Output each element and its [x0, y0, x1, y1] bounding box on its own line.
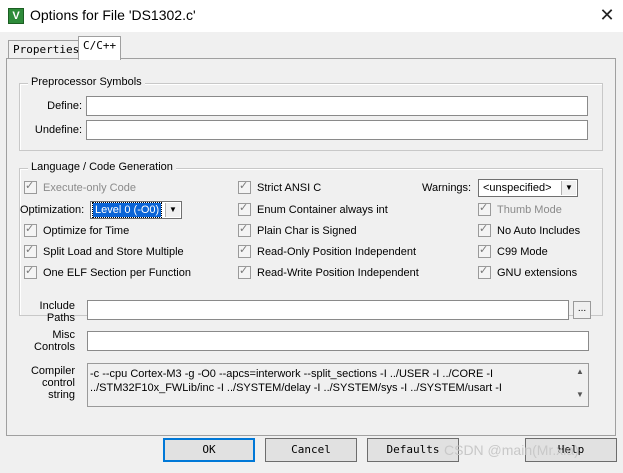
- misc-controls-label: Misc Controls: [17, 329, 75, 353]
- watermark: CSDN @main(Mr.xia): [444, 442, 579, 458]
- check-icon: ✓: [479, 265, 489, 277]
- checkbox-box: ✓: [238, 244, 251, 258]
- optimization-select[interactable]: Level 0 (-O0) ▼: [90, 201, 182, 219]
- check-icon: ✓: [239, 265, 249, 277]
- check-icon: ✓: [239, 244, 249, 256]
- chevron-down-icon: ▼: [561, 181, 576, 195]
- compiler-control-label: Compiler control string: [17, 365, 75, 401]
- tab-panel-c-cpp: Preprocessor Symbols Define: Undefine: L…: [6, 58, 616, 436]
- execute-only-label: Execute-only Code: [43, 181, 136, 194]
- checkbox-box: ✓: [24, 180, 37, 194]
- compiler-label-line-1: Compiler: [30, 365, 75, 377]
- compiler-string-line-1: -c --cpu Cortex-M3 -g -O0 --apcs=interwo…: [90, 368, 494, 380]
- plain-char-checkbox[interactable]: ✓ Plain Char is Signed: [238, 223, 357, 237]
- rw-position-label: Read-Write Position Independent: [257, 266, 419, 279]
- tab-properties[interactable]: Properties: [8, 40, 85, 59]
- c99-mode-label: C99 Mode: [497, 245, 548, 258]
- define-label: Define:: [47, 100, 82, 112]
- browse-include-paths-button[interactable]: ...: [573, 301, 591, 319]
- check-icon: ✓: [239, 180, 249, 192]
- checkbox-box: ✓: [24, 265, 37, 279]
- execute-only-checkbox[interactable]: ✓ Execute-only Code: [24, 180, 136, 194]
- checkbox-box: ✓: [238, 223, 251, 237]
- split-load-checkbox[interactable]: ✓ Split Load and Store Multiple: [24, 244, 184, 258]
- compiler-label-line-2: control: [41, 377, 75, 389]
- warnings-label: Warnings:: [422, 182, 472, 194]
- checkbox-box: ✓: [24, 244, 37, 258]
- ro-position-label: Read-Only Position Independent: [257, 245, 416, 258]
- include-label-line-1: Include: [39, 300, 75, 312]
- ok-button[interactable]: OK: [163, 438, 255, 462]
- enum-container-checkbox[interactable]: ✓ Enum Container always int: [238, 202, 388, 216]
- thumb-mode-label: Thumb Mode: [497, 203, 562, 216]
- no-auto-includes-label: No Auto Includes: [497, 224, 581, 237]
- scroll-down-icon: ▼: [576, 390, 584, 399]
- language-group-title: Language / Code Generation: [28, 161, 176, 173]
- close-button[interactable]: ✕: [595, 4, 619, 26]
- define-input[interactable]: [86, 96, 588, 116]
- compiler-string-scrollbar[interactable]: ▲ ▼: [572, 364, 588, 406]
- checkbox-box: ✓: [478, 244, 491, 258]
- compiler-control-string[interactable]: -c --cpu Cortex-M3 -g -O0 --apcs=interwo…: [87, 363, 589, 407]
- tab-c-cpp[interactable]: C/C++: [78, 36, 122, 60]
- compiler-label-line-3: string: [48, 389, 75, 401]
- undefine-input[interactable]: [86, 120, 588, 140]
- cancel-button[interactable]: Cancel: [265, 438, 357, 462]
- no-auto-includes-checkbox[interactable]: ✓ No Auto Includes: [478, 223, 581, 237]
- optimize-time-checkbox[interactable]: ✓ Optimize for Time: [24, 223, 130, 237]
- check-icon: ✓: [479, 244, 489, 256]
- checkbox-box: ✓: [478, 202, 491, 216]
- c99-mode-checkbox[interactable]: ✓ C99 Mode: [478, 244, 548, 258]
- split-load-label: Split Load and Store Multiple: [43, 245, 184, 258]
- checkbox-box: ✓: [478, 265, 491, 279]
- warnings-value: <unspecified>: [483, 182, 552, 194]
- checkbox-box: ✓: [24, 223, 37, 237]
- checkbox-box: ✓: [478, 223, 491, 237]
- include-paths-input[interactable]: [87, 300, 569, 320]
- misc-controls-input[interactable]: [87, 331, 589, 351]
- scroll-up-icon: ▲: [576, 367, 584, 376]
- plain-char-label: Plain Char is Signed: [257, 224, 357, 237]
- optimization-label: Optimization:: [20, 204, 85, 216]
- rw-position-checkbox[interactable]: ✓ Read-Write Position Independent: [238, 265, 419, 279]
- check-icon: ✓: [479, 223, 489, 235]
- strict-ansi-checkbox[interactable]: ✓ Strict ANSI C: [238, 180, 322, 194]
- title-bar: V Options for File 'DS1302.c' ✕: [0, 0, 623, 32]
- ro-position-checkbox[interactable]: ✓ Read-Only Position Independent: [238, 244, 416, 258]
- include-paths-label: Include Paths: [17, 300, 75, 324]
- compiler-string-line-2: ../STM32F10x_FWLib/inc -I ../SYSTEM/dela…: [90, 382, 502, 394]
- misc-label-line-1: Misc: [52, 329, 75, 341]
- check-icon: ✓: [479, 202, 489, 214]
- checkbox-box: ✓: [238, 202, 251, 216]
- keil-app-icon: V: [8, 8, 24, 24]
- misc-label-line-2: Controls: [34, 341, 75, 353]
- checkbox-box: ✓: [238, 180, 251, 194]
- check-icon: ✓: [239, 202, 249, 214]
- undefine-label: Undefine:: [34, 124, 82, 136]
- check-icon: ✓: [239, 223, 249, 235]
- chevron-down-icon: ▼: [165, 203, 180, 217]
- language-group: Language / Code Generation ✓ Execute-onl…: [19, 161, 603, 316]
- optimize-time-label: Optimize for Time: [43, 224, 130, 237]
- check-icon: ✓: [25, 265, 35, 277]
- checkbox-box: ✓: [238, 265, 251, 279]
- one-elf-label: One ELF Section per Function: [43, 266, 191, 279]
- include-label-line-2: Paths: [46, 312, 75, 324]
- warnings-select[interactable]: <unspecified> ▼: [478, 179, 578, 197]
- gnu-extensions-label: GNU extensions: [497, 266, 578, 279]
- check-icon: ✓: [25, 244, 35, 256]
- preprocessor-group-title: Preprocessor Symbols: [28, 76, 145, 88]
- one-elf-checkbox[interactable]: ✓ One ELF Section per Function: [24, 265, 191, 279]
- preprocessor-group: Preprocessor Symbols Define: Undefine:: [19, 76, 603, 151]
- dialog-body: Properties C/C++ Preprocessor Symbols De…: [0, 32, 623, 473]
- optimization-value: Level 0 (-O0): [91, 202, 163, 218]
- enum-container-label: Enum Container always int: [257, 203, 388, 216]
- strict-ansi-label: Strict ANSI C: [257, 181, 322, 194]
- check-icon: ✓: [25, 223, 35, 235]
- thumb-mode-checkbox[interactable]: ✓ Thumb Mode: [478, 202, 562, 216]
- window-title: Options for File 'DS1302.c': [30, 7, 196, 23]
- gnu-extensions-checkbox[interactable]: ✓ GNU extensions: [478, 265, 578, 279]
- check-icon: ✓: [25, 180, 35, 192]
